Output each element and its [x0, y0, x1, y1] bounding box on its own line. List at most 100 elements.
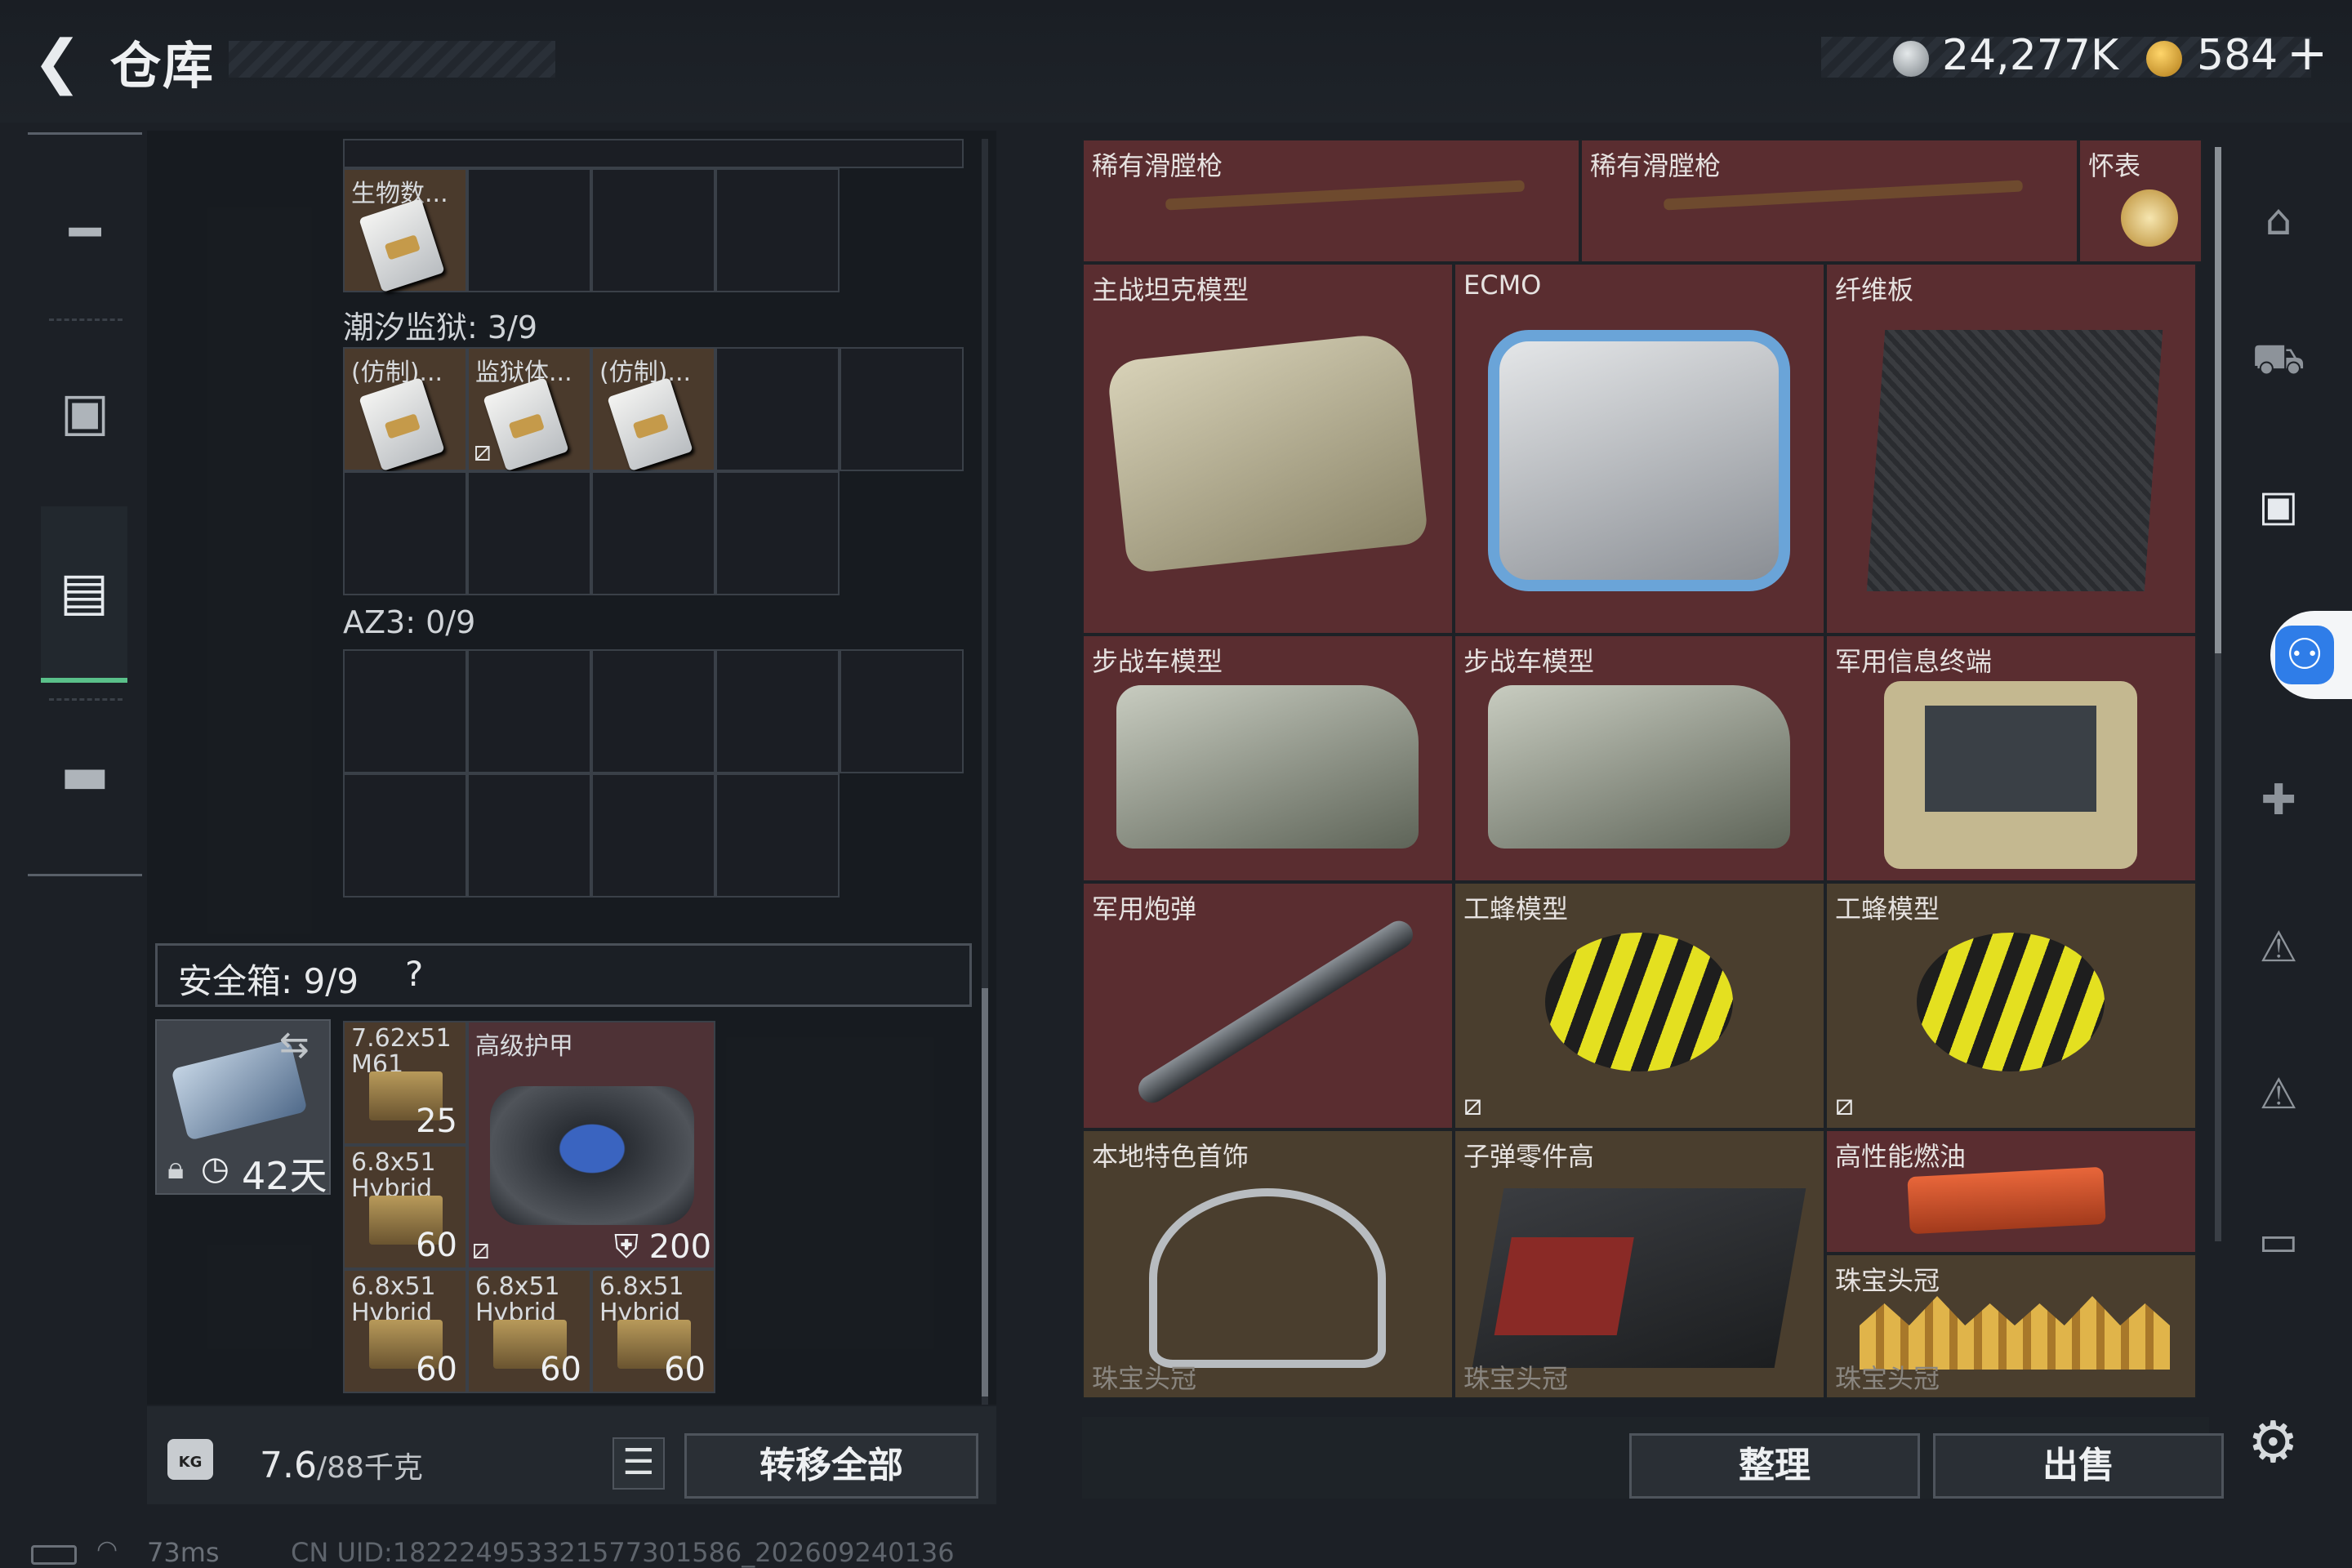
nav-case[interactable]: ▬: [28, 694, 142, 858]
swap-icon[interactable]: ⇆: [279, 1024, 310, 1066]
item-tile-tank-model[interactable]: 主战坦克模型: [1082, 263, 1454, 635]
nav-rig[interactable]: ▤: [41, 506, 127, 683]
item-tile-military-terminal[interactable]: 军用信息终端: [1825, 635, 2197, 882]
clock-icon: ◷: [201, 1150, 229, 1187]
grid-gap: [840, 773, 964, 898]
ammo-slot[interactable]: 6.8x51 Hybrid 60: [343, 1269, 467, 1393]
empty-slot[interactable]: [715, 773, 840, 898]
item-tile-ifv-model[interactable]: 步战车模型: [1454, 635, 1825, 882]
sell-button[interactable]: 出售: [1933, 1433, 2224, 1499]
musket-icon: [1663, 180, 2024, 211]
empty-slot[interactable]: [591, 471, 715, 595]
warning-icon: ⚠: [2259, 1070, 2298, 1119]
item-name: 本地特色首饰: [1092, 1141, 1250, 1172]
card-icon: [607, 376, 693, 472]
item-name: 主战坦克模型: [1092, 274, 1250, 305]
right-scroll-thumb[interactable]: [2215, 147, 2221, 653]
empty-slot[interactable]: [591, 649, 715, 773]
grid-gap: [840, 471, 964, 595]
empty-slot[interactable]: [467, 649, 591, 773]
item-slot[interactable]: (仿制)...: [591, 347, 715, 472]
ammo-slot[interactable]: 6.8x51 Hybrid 60: [343, 1145, 467, 1269]
item-name: 军用信息终端: [1835, 646, 1993, 677]
item-name: (仿制)...: [599, 359, 692, 387]
item-tile-bee-model[interactable]: 工蜂模型 ⧄: [1825, 882, 2197, 1129]
battery-icon: [31, 1545, 77, 1565]
safe-box-label: 安全箱: 9/9: [178, 961, 359, 1001]
card-icon: [359, 376, 445, 472]
title-stripe: [229, 41, 555, 78]
list-view-button[interactable]: ☰: [612, 1437, 665, 1490]
empty-slot[interactable]: [715, 649, 840, 773]
empty-slot[interactable]: [467, 773, 591, 898]
empty-slot[interactable]: [840, 649, 964, 773]
item-slot[interactable]: 生物数...: [343, 168, 467, 293]
jewelry-icon: [1149, 1188, 1386, 1368]
settings-button[interactable]: ⚙: [2247, 1409, 2299, 1476]
empty-slot[interactable]: [591, 168, 715, 292]
accessibility-icon[interactable]: ⚇: [2275, 626, 2334, 684]
item-tile-bullet-parts[interactable]: 子弹零件高 珠宝头冠: [1454, 1129, 1825, 1399]
no-trade-icon: ⧄: [474, 435, 492, 468]
safe-box-help-button[interactable]: ?: [405, 954, 423, 994]
item-name: 子弹零件高: [1463, 1141, 1595, 1172]
ammo-name: 7.62x51 M61: [351, 1026, 452, 1078]
tab-gti-warning[interactable]: ⚠: [2238, 898, 2319, 996]
empty-slot[interactable]: [840, 347, 964, 471]
item-tile-ifv-model[interactable]: 步战车模型: [1082, 635, 1454, 882]
no-trade-icon: ⧄: [1835, 1089, 1854, 1122]
item-tile-artillery-shell[interactable]: 军用炮弹: [1082, 882, 1454, 1129]
lock-icon: 🔒︎: [167, 1150, 185, 1186]
item-tile-musket[interactable]: 稀有滑膛枪: [1580, 139, 2078, 263]
item-slot[interactable]: (仿制)...: [343, 347, 467, 472]
tab-iv-folder[interactable]: ▭: [2238, 1192, 2319, 1290]
weight-value: 7.6: [260, 1445, 317, 1486]
armor-durability-value: 200: [648, 1228, 712, 1266]
item-tile-ecmo[interactable]: ECMO: [1454, 263, 1825, 635]
tab-iv-warning[interactable]: ⚠: [2238, 1045, 2319, 1143]
item-tile-bee-model[interactable]: 工蜂模型 ⧄: [1454, 882, 1825, 1129]
tab-v-camera[interactable]: ▣: [2238, 457, 2319, 555]
empty-slot[interactable]: [715, 471, 840, 595]
chevron-left-icon: ❮: [32, 27, 82, 96]
item-slot[interactable]: 监狱体... ⧄: [467, 347, 591, 472]
empty-slot[interactable]: [591, 773, 715, 898]
empty-slot[interactable]: [467, 168, 591, 292]
empty-slot[interactable]: [343, 649, 467, 773]
tide-prison-grid: (仿制)... 监狱体... ⧄ (仿制)...: [343, 347, 964, 595]
vehicle-icon: ⛟: [2252, 335, 2305, 384]
no-trade-icon: ⧄: [472, 1233, 490, 1266]
tab-gti-vehicle[interactable]: ⛟: [2238, 310, 2319, 408]
back-button[interactable]: ❮: [24, 29, 90, 94]
empty-slot[interactable]: [343, 773, 467, 898]
item-tile-musket[interactable]: 稀有滑膛枪: [1082, 139, 1580, 263]
nav-weapons[interactable]: ━: [28, 151, 142, 314]
ammo-count: 60: [664, 1351, 706, 1388]
tab-home[interactable]: ⌂: [2238, 172, 2319, 270]
transfer-all-button[interactable]: 转移全部: [684, 1433, 978, 1499]
item-tile-local-jewelry[interactable]: 本地特色首饰 珠宝头冠: [1082, 1129, 1454, 1399]
item-tile-fiberboard[interactable]: 纤维板: [1825, 263, 2197, 635]
empty-slot[interactable]: [467, 471, 591, 595]
nav-backpack[interactable]: ▣: [28, 331, 142, 494]
item-name: 监狱体...: [475, 359, 572, 387]
tide-prison-label: 潮汐监狱: 3/9: [343, 310, 538, 345]
empty-slot[interactable]: [715, 168, 840, 292]
ping-readout: 73ms: [147, 1537, 220, 1568]
ammo-slot[interactable]: 6.8x51 Hybrid 60: [591, 1269, 715, 1393]
medical-icon: ✚: [2261, 776, 2296, 825]
item-tile-pocket-watch[interactable]: 怀表: [2078, 139, 2203, 263]
item-name: 工蜂模型: [1835, 893, 1940, 924]
item-tile-crown[interactable]: 珠宝头冠 珠宝头冠: [1825, 1254, 2197, 1399]
tab-iv-medical[interactable]: ✚: [2238, 751, 2319, 849]
ammo-name: 6.8x51 Hybrid: [351, 1150, 436, 1202]
empty-slot[interactable]: [715, 347, 840, 471]
item-tile-fuel[interactable]: 高性能燃油: [1825, 1129, 2197, 1254]
ammo-slot[interactable]: 6.8x51 Hybrid 60: [467, 1269, 591, 1393]
sort-button[interactable]: 整理: [1629, 1433, 1920, 1499]
add-gold-button[interactable]: +: [2287, 24, 2328, 82]
ammo-slot[interactable]: 7.62x51 M61 25: [343, 1021, 467, 1145]
left-scroll-thumb[interactable]: [982, 988, 988, 1396]
empty-slot[interactable]: [343, 471, 467, 595]
list-icon: ☰: [622, 1441, 655, 1483]
